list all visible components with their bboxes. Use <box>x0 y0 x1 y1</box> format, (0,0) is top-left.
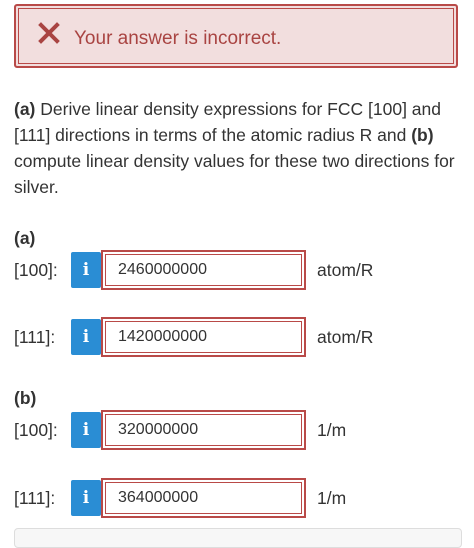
unit-label: atom/R <box>317 260 374 280</box>
question-text-2: compute linear density values for these … <box>14 151 455 197</box>
part-a-100-label: [100]: <box>14 260 58 280</box>
answer-input-a-111[interactable] <box>101 317 306 357</box>
alert-message: Your answer is incorrect. <box>74 28 282 49</box>
x-mark-icon <box>38 22 60 44</box>
answer-input-b-111[interactable] <box>101 478 306 518</box>
answer-input-a-100[interactable] <box>101 250 306 290</box>
part-b-100-label: [100]: <box>14 420 58 440</box>
question-text-1: Derive linear density expressions for FC… <box>14 99 441 145</box>
part-b-label: (b) <box>14 388 37 408</box>
unit-label: atom/R <box>317 327 374 347</box>
bottom-panel <box>14 528 462 548</box>
incorrect-answer-alert: Your answer is incorrect. <box>14 4 458 68</box>
info-icon[interactable]: i <box>71 319 101 355</box>
unit-label: 1/m <box>317 488 347 508</box>
part-a-marker: (a) <box>14 99 36 119</box>
info-icon[interactable]: i <box>71 252 101 288</box>
part-a-label: (a) <box>14 228 36 248</box>
answer-input-b-100[interactable] <box>101 410 306 450</box>
part-b-marker: (b) <box>411 125 434 145</box>
part-b-111-label: [111]: <box>14 488 56 508</box>
unit-label: 1/m <box>317 420 347 440</box>
question-text: (a) Derive linear density expressions fo… <box>14 96 462 200</box>
info-icon[interactable]: i <box>71 480 101 516</box>
info-icon[interactable]: i <box>71 412 101 448</box>
part-a-111-label: [111]: <box>14 327 56 347</box>
